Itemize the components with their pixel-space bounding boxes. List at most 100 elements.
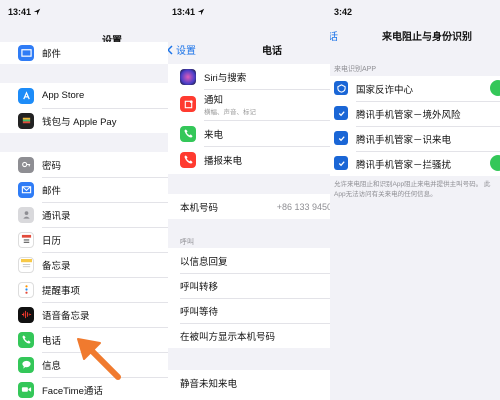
settings-group-top: 邮件 bbox=[0, 42, 168, 64]
call-item-label: 在被叫方显示本机号码 bbox=[180, 331, 276, 343]
phone-icon bbox=[18, 331, 34, 348]
settings-item-contacts[interactable]: 通讯录 bbox=[0, 202, 168, 227]
blocking-app-row[interactable]: 国家反诈中心 bbox=[330, 76, 500, 101]
voice-memos-icon bbox=[18, 306, 34, 323]
app-shield-icon bbox=[334, 81, 348, 95]
settings-item-label: 钱包与 Apple Pay bbox=[42, 116, 117, 128]
phone-group-number: 本机号码 +86 133 9450 bbox=[168, 194, 330, 219]
calendar-icon bbox=[18, 231, 34, 248]
blocking-app-label: 腾讯手机管家－拦骚扰 bbox=[356, 159, 452, 171]
app-toggle[interactable] bbox=[490, 155, 500, 171]
settings-item-label: 电话 bbox=[42, 335, 62, 347]
announce-calls-icon bbox=[180, 151, 196, 168]
silence-unknown-callers[interactable]: 静音未知来电 bbox=[168, 370, 330, 395]
call-item-label: 呼叫等待 bbox=[180, 306, 219, 318]
chevron-left-icon bbox=[168, 44, 173, 55]
settings-item-mail-top[interactable]: 邮件 bbox=[0, 40, 168, 65]
status-bar: 13:41 bbox=[172, 7, 205, 17]
notifications-icon bbox=[180, 96, 196, 112]
settings-item-label: 语音备忘录 bbox=[42, 310, 90, 322]
settings-item-notes[interactable]: 备忘录 bbox=[0, 252, 168, 277]
settings-group-store: App Store 钱包与 Apple Pay bbox=[0, 83, 168, 133]
notes-icon bbox=[18, 256, 34, 273]
status-time: 13:41 bbox=[172, 7, 196, 17]
settings-item-voice-memos[interactable]: 语音备忘录 bbox=[0, 302, 168, 327]
reminders-icon bbox=[18, 281, 34, 298]
blocking-app-row[interactable]: 腾讯手机管家－识来电 bbox=[330, 126, 500, 151]
status-time: 13:41 bbox=[8, 7, 32, 17]
call-item-label: 以信息回复 bbox=[180, 256, 228, 268]
wallet-icon bbox=[18, 112, 34, 129]
settings-item-label: 邮件 bbox=[42, 185, 62, 197]
settings-item-reminders[interactable]: 提醒事项 bbox=[0, 277, 168, 302]
settings-item-label: 提醒事项 bbox=[42, 285, 81, 297]
my-number-label: 本机号码 bbox=[180, 202, 219, 214]
settings-item-calendar[interactable]: 日历 bbox=[0, 227, 168, 252]
blocking-app-row[interactable]: 腾讯手机管家－境外风险 bbox=[330, 101, 500, 126]
contacts-icon bbox=[18, 206, 34, 223]
phone-group-silence: 静音未知来电 bbox=[168, 370, 330, 400]
blocking-footer-text: 允许来电阻止和识别App阻止来电并提供主叫号码。 此App无法访问有关来电的任何… bbox=[334, 181, 491, 198]
settings-item-app-store[interactable]: App Store bbox=[0, 83, 168, 108]
blocking-app-label: 腾讯手机管家－境外风险 bbox=[356, 109, 461, 121]
phone-item-announce-calls[interactable]: 播报来电 bbox=[168, 147, 330, 172]
pointer-arrow-icon bbox=[77, 338, 121, 380]
messages-icon bbox=[18, 356, 34, 373]
phone-group-calls: 以信息回复 呼叫转移 呼叫等待 在被叫方显示本机号码 bbox=[168, 248, 330, 348]
location-icon bbox=[33, 8, 41, 16]
facetime-icon bbox=[18, 381, 34, 398]
app-store-icon bbox=[18, 87, 34, 104]
settings-item-label: App Store bbox=[42, 90, 85, 101]
settings-item-wallet[interactable]: 钱包与 Apple Pay bbox=[0, 108, 168, 133]
phone-group-top: Siri与搜索 通知 横幅、声音、标记 来电 播报来电 bbox=[168, 64, 330, 174]
section-header: 来电识别APP bbox=[334, 66, 377, 73]
settings-item-passwords[interactable]: 密码 bbox=[0, 152, 168, 177]
location-icon bbox=[197, 8, 205, 16]
silence-label: 静音未知来电 bbox=[180, 378, 238, 390]
back-label: 设置 bbox=[176, 46, 196, 57]
phone-item-notifications[interactable]: 通知 横幅、声音、标记 bbox=[168, 89, 330, 119]
key-icon bbox=[18, 156, 34, 173]
call-item-call-waiting[interactable]: 呼叫等待 bbox=[168, 298, 330, 323]
status-bar: 3:42 bbox=[334, 7, 352, 17]
notifications-sub-label: 横幅、声音、标记 bbox=[204, 109, 256, 116]
phone-item-label: Siri与搜索 bbox=[204, 72, 247, 84]
app-toggle[interactable] bbox=[490, 80, 500, 96]
calls-section-header: 呼叫 bbox=[180, 239, 194, 246]
phone-item-siri[interactable]: Siri与搜索 bbox=[168, 64, 330, 89]
mail-icon bbox=[18, 44, 34, 61]
phone-item-incoming-calls[interactable]: 来电 bbox=[168, 121, 330, 146]
blocking-app-row[interactable]: 腾讯手机管家－拦骚扰 bbox=[330, 151, 500, 176]
phone-item-label: 来电 bbox=[204, 129, 224, 141]
call-item-show-caller-id[interactable]: 在被叫方显示本机号码 bbox=[168, 323, 330, 348]
app-shield-icon bbox=[334, 106, 348, 120]
settings-panel: 13:41 设置 邮件 App Store 钱包与 Apple Pay bbox=[0, 0, 168, 400]
blocking-app-label: 腾讯手机管家－识来电 bbox=[356, 134, 452, 146]
settings-item-label: 日历 bbox=[42, 235, 62, 247]
phone-settings-panel: 13:41 设置 电话 Siri与搜索 通知 横幅、声音、标记 来电 播报来电 … bbox=[168, 0, 330, 400]
status-bar: 13:41 bbox=[8, 7, 41, 17]
back-button[interactable]: 设置 bbox=[168, 42, 196, 57]
phone-item-label: 播报来电 bbox=[204, 155, 243, 167]
phone-item-my-number[interactable]: 本机号码 +86 133 9450 bbox=[168, 194, 330, 219]
app-shield-icon bbox=[334, 131, 348, 145]
settings-item-label: FaceTime通话 bbox=[42, 385, 103, 397]
call-item-label: 呼叫转移 bbox=[180, 281, 219, 293]
blocking-app-label: 国家反诈中心 bbox=[356, 84, 414, 96]
siri-icon bbox=[180, 68, 196, 85]
phone-icon bbox=[180, 125, 196, 142]
settings-item-mail[interactable]: 邮件 bbox=[0, 177, 168, 202]
mail-icon bbox=[18, 181, 34, 198]
settings-item-label: 备忘录 bbox=[42, 260, 71, 272]
back-button[interactable]: 话 bbox=[330, 28, 338, 43]
blocking-apps-group: 国家反诈中心 腾讯手机管家－境外风险 腾讯手机管家－识来电 腾讯手机管家－拦骚扰 bbox=[330, 76, 500, 176]
my-number-value: +86 133 9450 bbox=[276, 201, 330, 212]
call-item-call-forwarding[interactable]: 呼叫转移 bbox=[168, 273, 330, 298]
page-title: 电话 bbox=[262, 46, 282, 57]
app-shield-icon bbox=[334, 156, 348, 170]
settings-item-label: 密码 bbox=[42, 160, 62, 172]
back-label: 话 bbox=[330, 32, 338, 43]
settings-item-label: 通讯录 bbox=[42, 210, 71, 222]
status-time: 3:42 bbox=[334, 7, 353, 17]
call-item-respond-with-text[interactable]: 以信息回复 bbox=[168, 248, 330, 273]
